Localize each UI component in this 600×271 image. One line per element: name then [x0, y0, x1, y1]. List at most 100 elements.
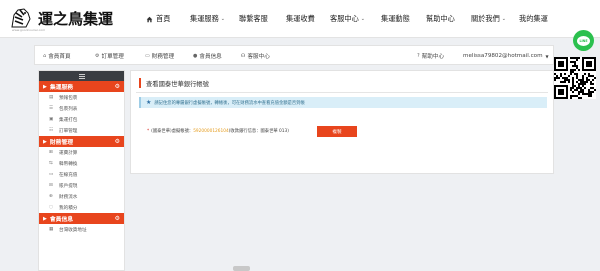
nav-item-6[interactable]: 集運動態 [381, 0, 426, 38]
gear-icon: ⚙ [114, 215, 120, 222]
menu-item-icon: ⊞ [49, 150, 53, 155]
section-icon: ▶ [43, 138, 47, 145]
sidebar-item[interactable]: ▣ 集運打包 [39, 114, 124, 125]
sidebar-item-label: 集運打包 [59, 117, 78, 123]
nav-item-label: 客服中心 [330, 14, 359, 23]
menu-item-icon: ▭ [49, 172, 54, 177]
member-info-label: 會員信息 [199, 54, 222, 60]
menu-item-icon: ⇆ [49, 161, 53, 166]
sidebar-item[interactable]: ☰ 包裹列表 [39, 103, 124, 114]
account-prefix: (國泰世華)虛擬帳號： [151, 129, 194, 134]
sidebar-item[interactable]: ☷ 訂單管理 [39, 125, 124, 136]
info-notice: ★ 請記住您的專屬銀行虛擬帳號，轉帳後，可在財務流水中查看充值金額是否到帳 [139, 97, 547, 108]
menu-item-icon: ▦ [49, 227, 54, 232]
headset-icon: ☊ [241, 53, 246, 59]
nav-item-label: 聯繫客服 [239, 14, 268, 23]
horizontal-scrollbar[interactable] [233, 266, 250, 271]
chevron-down-icon: ⌄ [360, 16, 365, 22]
nav-item-3[interactable]: 聯繫客服 [239, 0, 286, 38]
sidebar-item[interactable]: ▦ 台灣收貨地址 [39, 224, 124, 235]
section-icon: ▶ [43, 83, 47, 90]
sidebar-item[interactable]: ▤ 預報包裹 [39, 92, 124, 103]
user-account-menu[interactable]: melissa79802@hotmail.com ▼ [463, 46, 549, 66]
user-icon: ● [193, 53, 198, 59]
menu-item-icon: ⊕ [49, 194, 53, 199]
member-toolbar: ⌂ 會員首頁 ⚙ 訂單管理 ▭ 財務管理 ● 會員信息 ☊ 客服中心 ? 幫助中… [34, 45, 554, 65]
sidebar-item-label: 預報包裹 [59, 95, 78, 101]
nav-item-1[interactable]: 首頁 [146, 0, 190, 38]
user-email: melissa79802@hotmail.com [463, 53, 543, 59]
member-home-label: 會員首頁 [48, 54, 71, 60]
menu-item-icon: ☷ [49, 128, 54, 133]
line-chat-button[interactable]: LINE [573, 30, 594, 51]
page-title: 查看國泰世華銀行帳號 [139, 78, 209, 88]
account-bank-info: (收款銀行信息：國泰世華 013) [228, 129, 289, 134]
nav-item-label: 幫助中心 [426, 14, 455, 23]
site-logo[interactable]: 運之鳥集運 www.goodcourier.com [4, 3, 113, 33]
nav-item-label: 集運服務 [190, 14, 219, 23]
brand-name: 運之鳥集運 [38, 10, 114, 28]
sidebar-item-label: 賬戶提現 [59, 183, 78, 189]
menu-item-icon: ☰ [49, 106, 54, 111]
sidebar-item-label: 包裹列表 [59, 106, 78, 112]
nav-item-7[interactable]: 幫助中心 [426, 0, 471, 38]
required-mark: * [147, 128, 150, 134]
nav-item-4[interactable]: 集運收費 [286, 0, 330, 38]
question-icon: ? [417, 53, 420, 59]
sidebar-item[interactable]: ⊟ 賬戶提現 [39, 180, 124, 191]
nav-item-label: 集運收費 [286, 14, 315, 23]
virtual-account-row: * (國泰世華)虛擬帳號： 5920000126104 (收款銀行信息：國泰世華… [147, 128, 289, 135]
member-home-link[interactable]: ⌂ 會員首頁 [43, 46, 71, 66]
main-panel: 查看國泰世華銀行帳號 ★ 請記住您的專屬銀行虛擬帳號，轉帳後，可在財務流水中查看… [130, 70, 554, 174]
help-center-link[interactable]: ? 幫助中心 [417, 46, 444, 66]
sidebar-section-title: 會員信息 [49, 217, 74, 223]
customer-service-label: 客服中心 [247, 54, 270, 60]
finance-management-label: 財務管理 [151, 54, 175, 60]
sidebar-item-label: 韓幣轉換 [59, 161, 78, 167]
sidebar-item-label: 我的積分 [59, 205, 78, 211]
chevron-down-icon: ⌄ [220, 16, 225, 22]
menu-item-icon: ▣ [49, 117, 54, 122]
line-icon: LINE [577, 35, 590, 46]
account-number: 5920000126104 [193, 128, 229, 134]
sidebar-item-label: 運費計算 [59, 150, 78, 156]
home-icon [146, 16, 153, 23]
sidebar-item[interactable]: ⊞ 運費計算 [39, 147, 124, 158]
divider [136, 92, 548, 93]
sidebar-item[interactable]: ⇆ 韓幣轉換 [39, 158, 124, 169]
sidebar-toggle[interactable] [39, 71, 124, 81]
money-icon: ▭ [145, 53, 150, 59]
customer-service-link[interactable]: ☊ 客服中心 [241, 46, 270, 66]
help-center-label: 幫助中心 [421, 54, 445, 60]
order-management-link[interactable]: ⚙ 訂單管理 [95, 46, 124, 66]
sidebar-item[interactable]: ▭ 在線充值 [39, 169, 124, 180]
member-info-link[interactable]: ● 會員信息 [193, 46, 222, 66]
finance-management-link[interactable]: ▭ 財務管理 [145, 46, 174, 66]
sidebar-section-1[interactable]: ▶ 集運服務 ⚙ [39, 81, 124, 92]
menu-icon [78, 73, 85, 79]
sidebar-section-3[interactable]: ▶ 會員信息 ⚙ [39, 213, 124, 224]
section-icon: ▶ [43, 215, 47, 222]
sidebar-item[interactable]: ⊕ 財務流水 [39, 191, 124, 202]
nav-item-8[interactable]: 關於我們 ⌄ [471, 0, 519, 38]
nav-item-label: 關於我們 [471, 14, 500, 23]
nav-item-9[interactable]: 我的集運 [519, 0, 563, 38]
menu-item-icon: ⊟ [49, 183, 53, 188]
nav-item-label: 集運動態 [381, 14, 410, 23]
star-icon: ★ [146, 99, 152, 106]
gear-icon: ⚙ [114, 138, 120, 145]
nav-item-label: 我的集運 [519, 14, 548, 23]
sidebar-item-label: 台灣收貨地址 [59, 227, 87, 233]
top-navbar: 運之鳥集運 www.goodcourier.com 首頁 集運服務 ⌄ 聯繫客服 集運收… [0, 0, 600, 38]
notice-text: 請記住您的專屬銀行虛擬帳號，轉帳後，可在財務流水中查看充值金額是否到帳 [154, 100, 305, 106]
chevron-down-icon: ▼ [545, 53, 549, 59]
nav-item-2[interactable]: 集運服務 ⌄ [190, 0, 239, 38]
sidebar-section-title: 財務管理 [49, 140, 74, 146]
nav-item-5[interactable]: 客服中心 ⌄ [330, 0, 381, 38]
sidebar-section-2[interactable]: ▶ 財務管理 ⚙ [39, 136, 124, 147]
qr-code [554, 57, 596, 99]
gear-icon: ⚙ [95, 53, 100, 59]
copy-button[interactable]: 複製 [317, 126, 357, 137]
sidebar-item[interactable]: ◌ 我的積分 [39, 202, 124, 213]
sidebar-section-title: 集運服務 [49, 85, 74, 91]
